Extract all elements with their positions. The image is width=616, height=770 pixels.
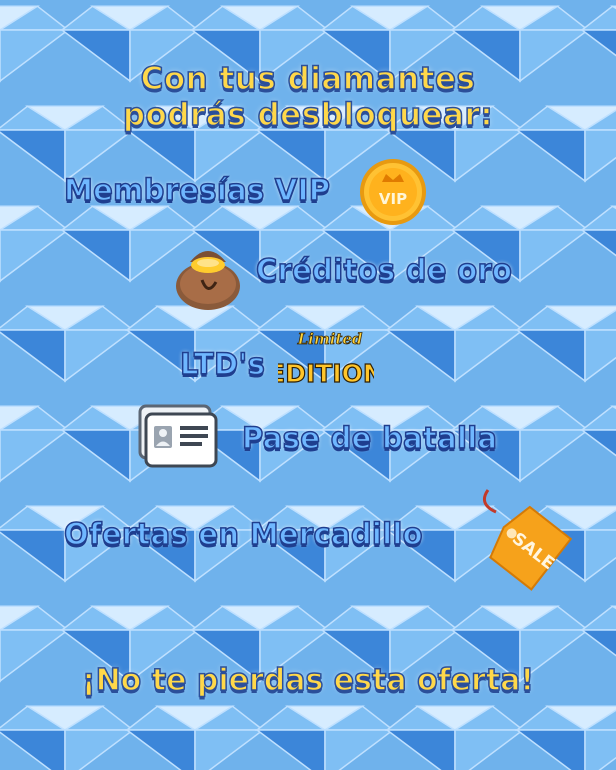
item-vip-membership: Membresías VIP (63, 173, 331, 207)
item-battle-pass: Pase de batalla (241, 421, 498, 455)
gold-bag-icon (176, 251, 240, 310)
item-gold-credits: Créditos de oro (255, 253, 513, 287)
headline-line-2: podrás desbloquear: (122, 97, 494, 133)
item-ltds: LTD's (179, 347, 266, 381)
limited-edition-icon: Limited EDITION (278, 330, 374, 389)
vip-coin-icon: VIP (360, 159, 426, 225)
edition-label: EDITION (278, 359, 374, 388)
footer-cta: ¡No te pierdas esta oferta! (81, 663, 535, 698)
sale-tag-icon: SALE (482, 489, 573, 591)
item-market-offers: Ofertas en Mercadillo (63, 517, 423, 551)
headline-line-1: Con tus diamantes (140, 61, 476, 97)
vip-label: VIP (379, 190, 407, 208)
id-card-icon (138, 404, 218, 468)
limited-label: Limited (297, 330, 363, 348)
